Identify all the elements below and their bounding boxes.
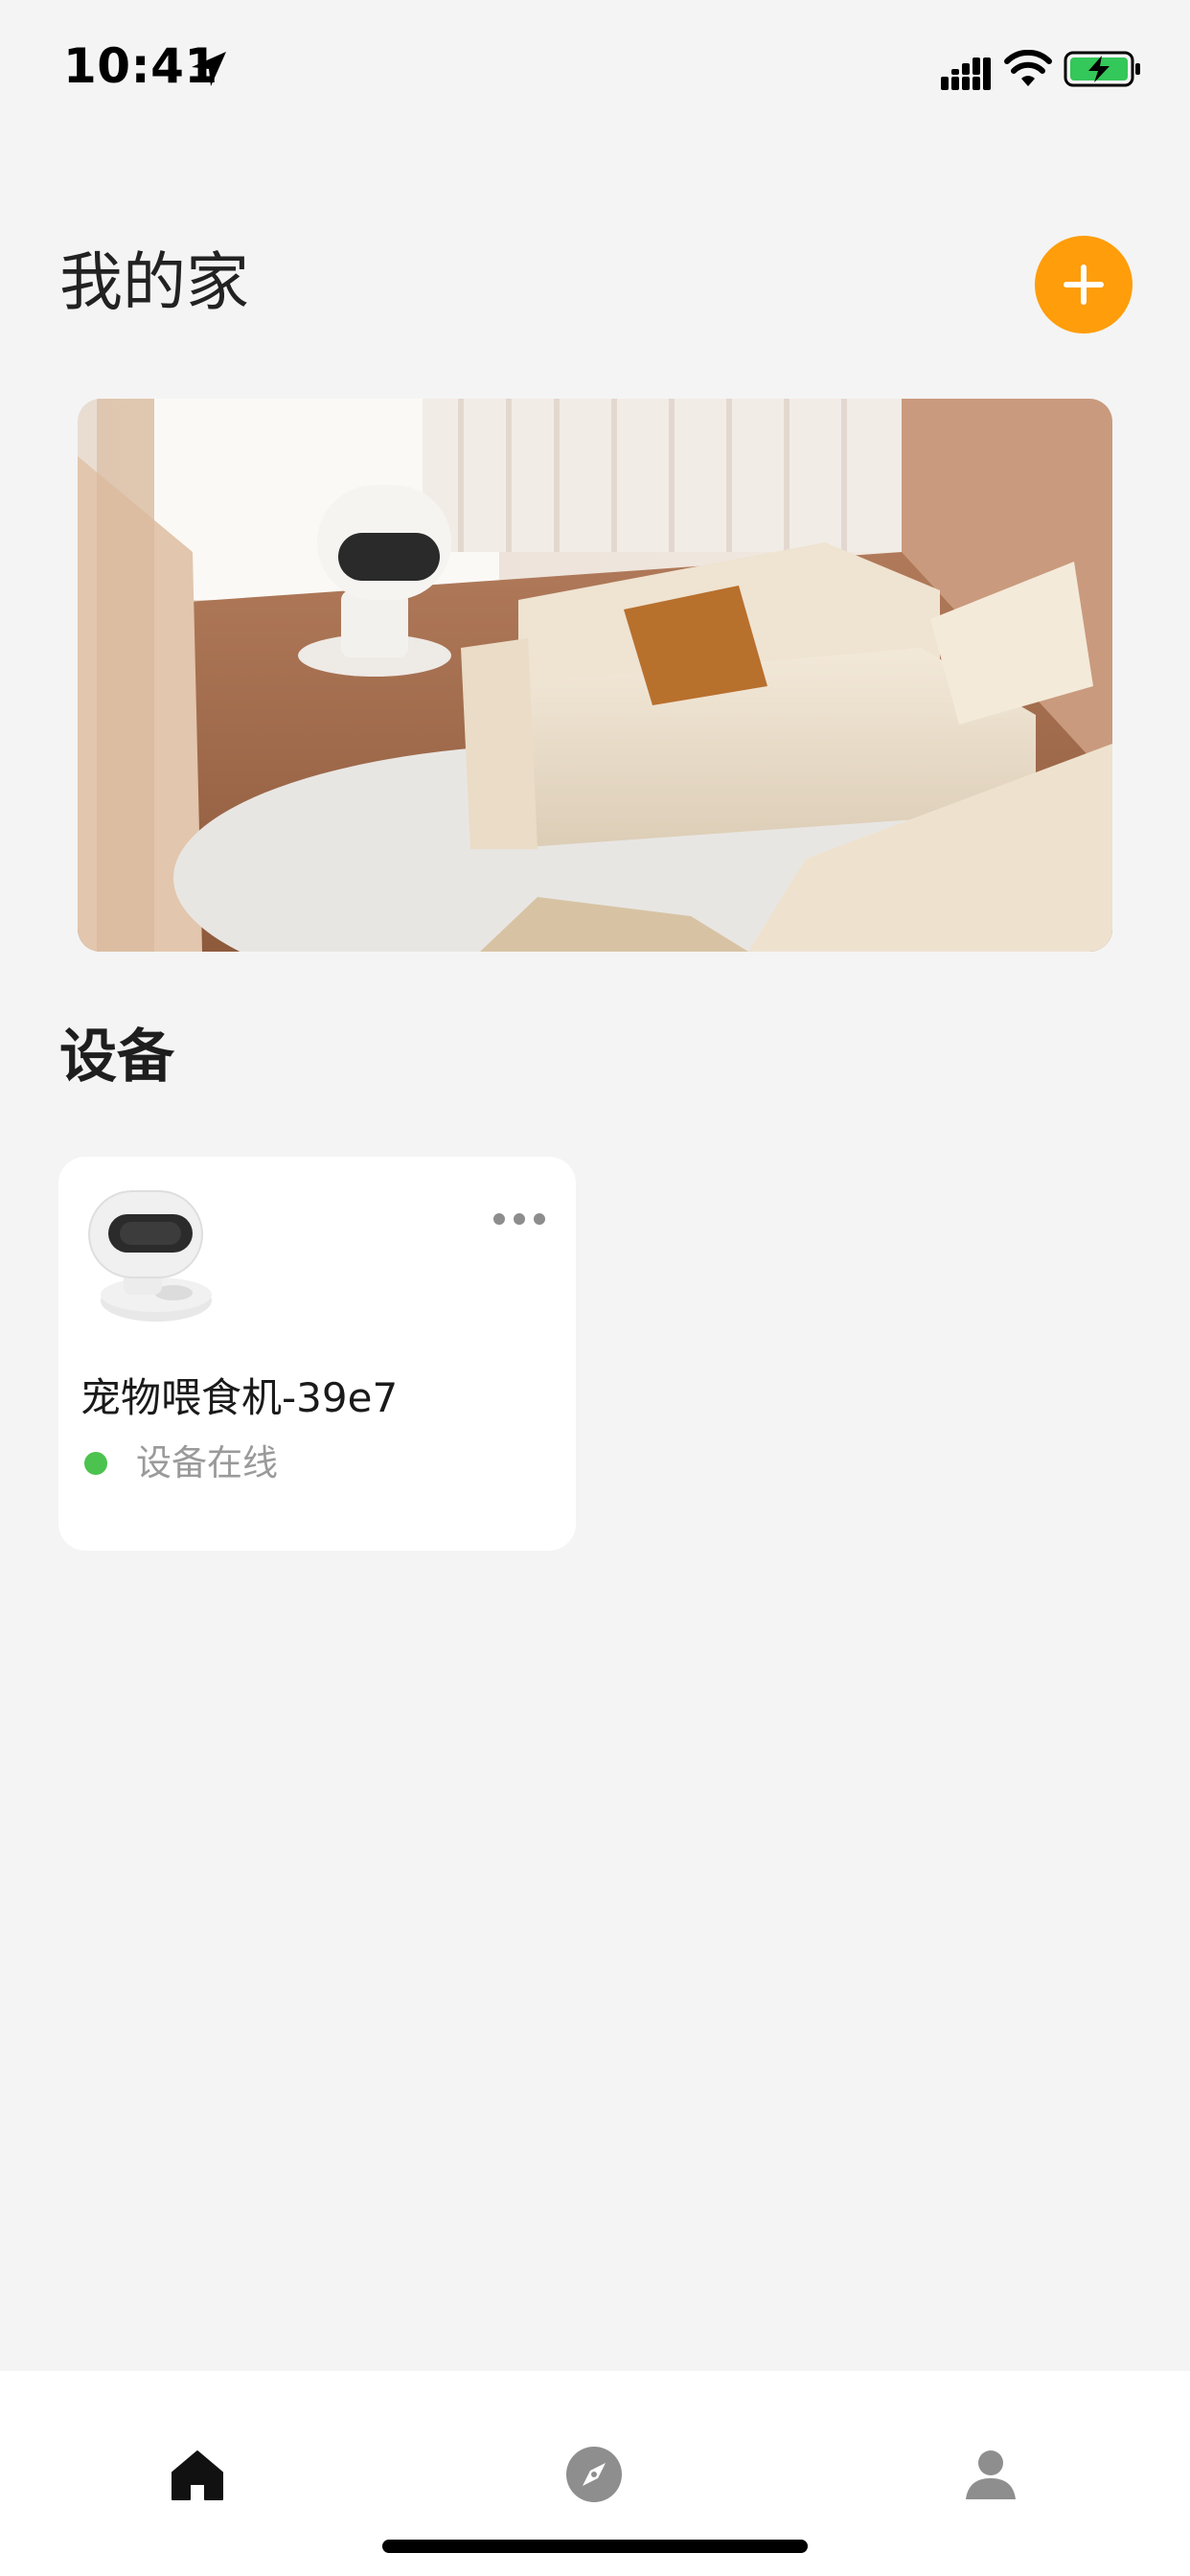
compass-icon[interactable] <box>565 2446 623 2503</box>
device-status: 设备在线 <box>136 1442 278 1484</box>
home-banner[interactable] <box>78 399 1112 952</box>
home-icon[interactable] <box>169 2446 226 2503</box>
section-title-devices: 设备 <box>59 1024 174 1091</box>
more-dots-icon[interactable] <box>490 1205 549 1233</box>
signal-icon <box>941 58 991 90</box>
wifi-icon <box>1004 50 1052 86</box>
plus-icon <box>1064 264 1104 305</box>
battery-charging-icon <box>1064 51 1140 87</box>
status-bar: 10:41 <box>0 0 1190 134</box>
device-name: 宠物喂食机-39e7 <box>80 1374 399 1421</box>
page-title: 我的家 <box>59 245 249 319</box>
tab-bar <box>0 2371 1190 2576</box>
living-room-image <box>78 399 1112 952</box>
pet-feeder-icon <box>88 1190 212 1322</box>
online-status-dot <box>84 1452 107 1475</box>
person-icon[interactable] <box>962 2446 1019 2503</box>
home-indicator <box>382 2540 808 2553</box>
add-button[interactable] <box>1035 236 1133 334</box>
device-card[interactable]: 宠物喂食机-39e7 设备在线 <box>58 1157 576 1551</box>
location-arrow-icon <box>192 52 226 86</box>
